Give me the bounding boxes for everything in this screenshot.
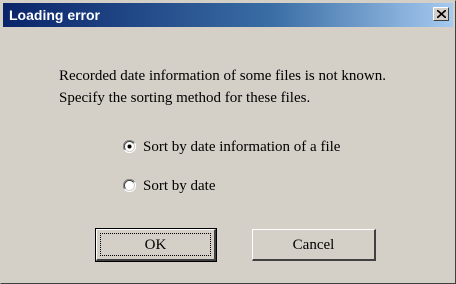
cancel-button-label: Cancel xyxy=(292,236,335,253)
message-text: Recorded date information of some files … xyxy=(59,65,386,109)
message-line-2: Specify the sorting method for these fil… xyxy=(59,90,311,106)
ok-button-label: OK xyxy=(144,236,167,253)
loading-error-dialog: Loading error Recorded date information … xyxy=(0,0,456,284)
cancel-button[interactable]: Cancel xyxy=(252,229,376,261)
dialog-title: Loading error xyxy=(9,7,101,23)
radio-selected-icon[interactable] xyxy=(123,140,136,153)
radio-label[interactable]: Sort by date information of a file xyxy=(143,137,340,157)
title-bar[interactable]: Loading error xyxy=(3,3,453,27)
message-line-1: Recorded date information of some files … xyxy=(59,68,387,84)
close-icon xyxy=(437,10,446,18)
radio-label[interactable]: Sort by date xyxy=(143,176,216,196)
close-button[interactable] xyxy=(433,7,449,21)
radio-unselected-icon[interactable] xyxy=(123,179,136,192)
ok-button[interactable]: OK xyxy=(95,228,217,262)
